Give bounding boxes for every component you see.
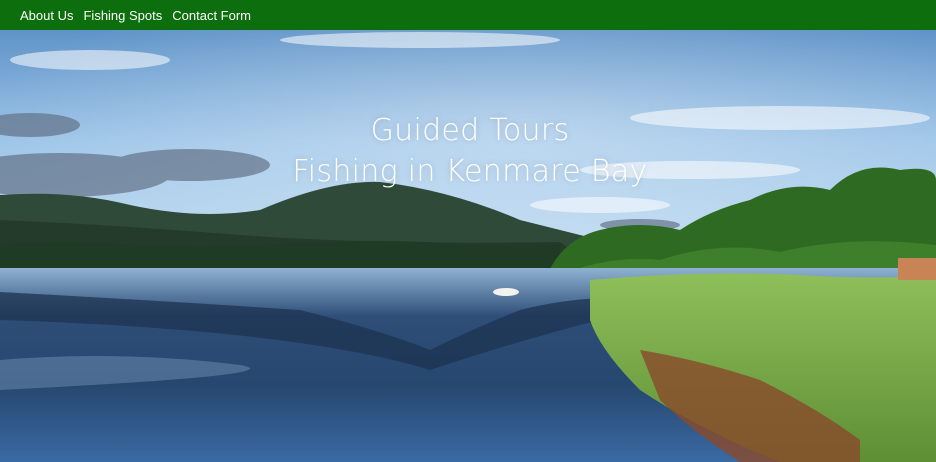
hero-background-image bbox=[0, 30, 936, 462]
top-navigation-bar: About Us Fishing Spots Contact Form bbox=[0, 0, 936, 30]
nav-link-about-us[interactable]: About Us bbox=[20, 8, 73, 23]
hero-title-line-1: Guided Tours bbox=[370, 113, 570, 148]
hero-title-block: Guided Tours Fishing in Kenmare Bay bbox=[0, 112, 936, 194]
hero-title-line-2: Fishing in Kenmare Bay bbox=[292, 154, 648, 189]
nav-link-fishing-spots[interactable]: Fishing Spots bbox=[83, 8, 162, 23]
nav-link-contact-form[interactable]: Contact Form bbox=[172, 8, 251, 23]
hero-banner: Guided Tours Fishing in Kenmare Bay bbox=[0, 30, 936, 462]
